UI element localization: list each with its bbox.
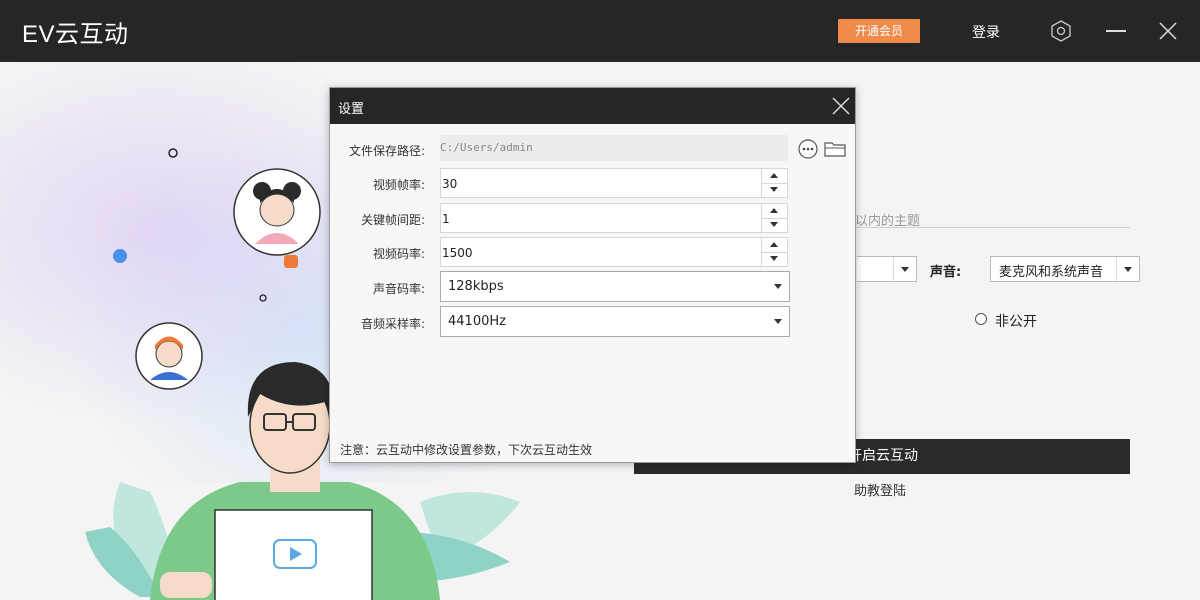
fps-label: 视频帧率: [372, 178, 425, 192]
start-button-label: 开启云互动 [848, 448, 918, 464]
keyframe-value: 1 [442, 212, 450, 226]
spin-up-button[interactable] [762, 169, 787, 184]
audio-bitrate-value: 128kbps [448, 279, 504, 294]
bitrate-spinbox[interactable]: 1500 [440, 237, 788, 267]
spin-down-button[interactable] [762, 252, 787, 266]
audio-select-value: 麦克风和系统声音 [999, 265, 1104, 280]
sample-rate-select[interactable]: 44100Hz [440, 306, 790, 337]
chevron-down-icon [767, 307, 789, 336]
path-label: 文件保存路径: [348, 144, 425, 158]
deco-square-orange [284, 255, 298, 268]
bitrate-value: 1500 [442, 246, 473, 260]
settings-icon[interactable] [1050, 20, 1072, 42]
chevron-down-icon [893, 257, 916, 281]
minimize-icon[interactable] [1106, 30, 1126, 32]
fps-spinbox[interactable]: 30 [440, 168, 788, 198]
login-link[interactable]: 登录 [972, 22, 1000, 42]
dialog-title: 设置 [338, 102, 365, 117]
keyframe-spinbox[interactable]: 1 [440, 203, 788, 233]
settings-dialog: 设置 文件保存路径: C:/Users/admin 视频帧率: 30 关键帧间距… [329, 87, 856, 463]
audio-select[interactable]: 麦克风和系统声音 [990, 256, 1140, 282]
audio-bitrate-select[interactable]: 128kbps [440, 271, 790, 302]
topic-input-underline [855, 227, 1130, 228]
deco-circle [168, 148, 178, 158]
spin-down-button[interactable] [762, 218, 787, 232]
chevron-down-icon [767, 272, 789, 301]
spin-down-button[interactable] [762, 183, 787, 197]
video-source-select[interactable] [857, 256, 917, 282]
folder-icon[interactable] [824, 141, 846, 157]
radio-private-label[interactable]: 非公开 [995, 311, 1037, 331]
close-icon[interactable] [1158, 21, 1178, 41]
title-bar: EV云互动 开通会员 登录 [0, 0, 1200, 62]
path-value: C:/Users/admin [440, 141, 533, 154]
dialog-header: 设置 [330, 88, 855, 124]
app-title: EV云互动 [22, 21, 129, 48]
keyframe-label: 关键帧间距: [360, 213, 425, 227]
spin-up-button[interactable] [762, 238, 787, 253]
spin-up-button[interactable] [762, 204, 787, 219]
sample-rate-label: 音频采样率: [360, 317, 425, 331]
path-field: C:/Users/admin [440, 135, 788, 161]
more-dots-icon[interactable] [798, 139, 818, 159]
audio-label: 声音: [930, 265, 962, 280]
close-icon[interactable] [832, 97, 850, 115]
assistant-login-link[interactable]: 助教登陆 [854, 480, 906, 499]
chevron-down-icon [1116, 257, 1139, 281]
vip-button[interactable]: 开通会员 [838, 19, 920, 43]
bitrate-label: 视频码率: [372, 247, 425, 261]
audio-bitrate-label: 声音码率: [372, 282, 425, 296]
fps-value: 30 [442, 177, 458, 191]
deco-dot-blue [113, 249, 127, 263]
dialog-note: 注意：云互动中修改设置参数，下次云互动生效 [340, 443, 593, 457]
sample-rate-value: 44100Hz [448, 314, 506, 329]
radio-private[interactable] [975, 313, 987, 325]
deco-circle [259, 294, 267, 302]
